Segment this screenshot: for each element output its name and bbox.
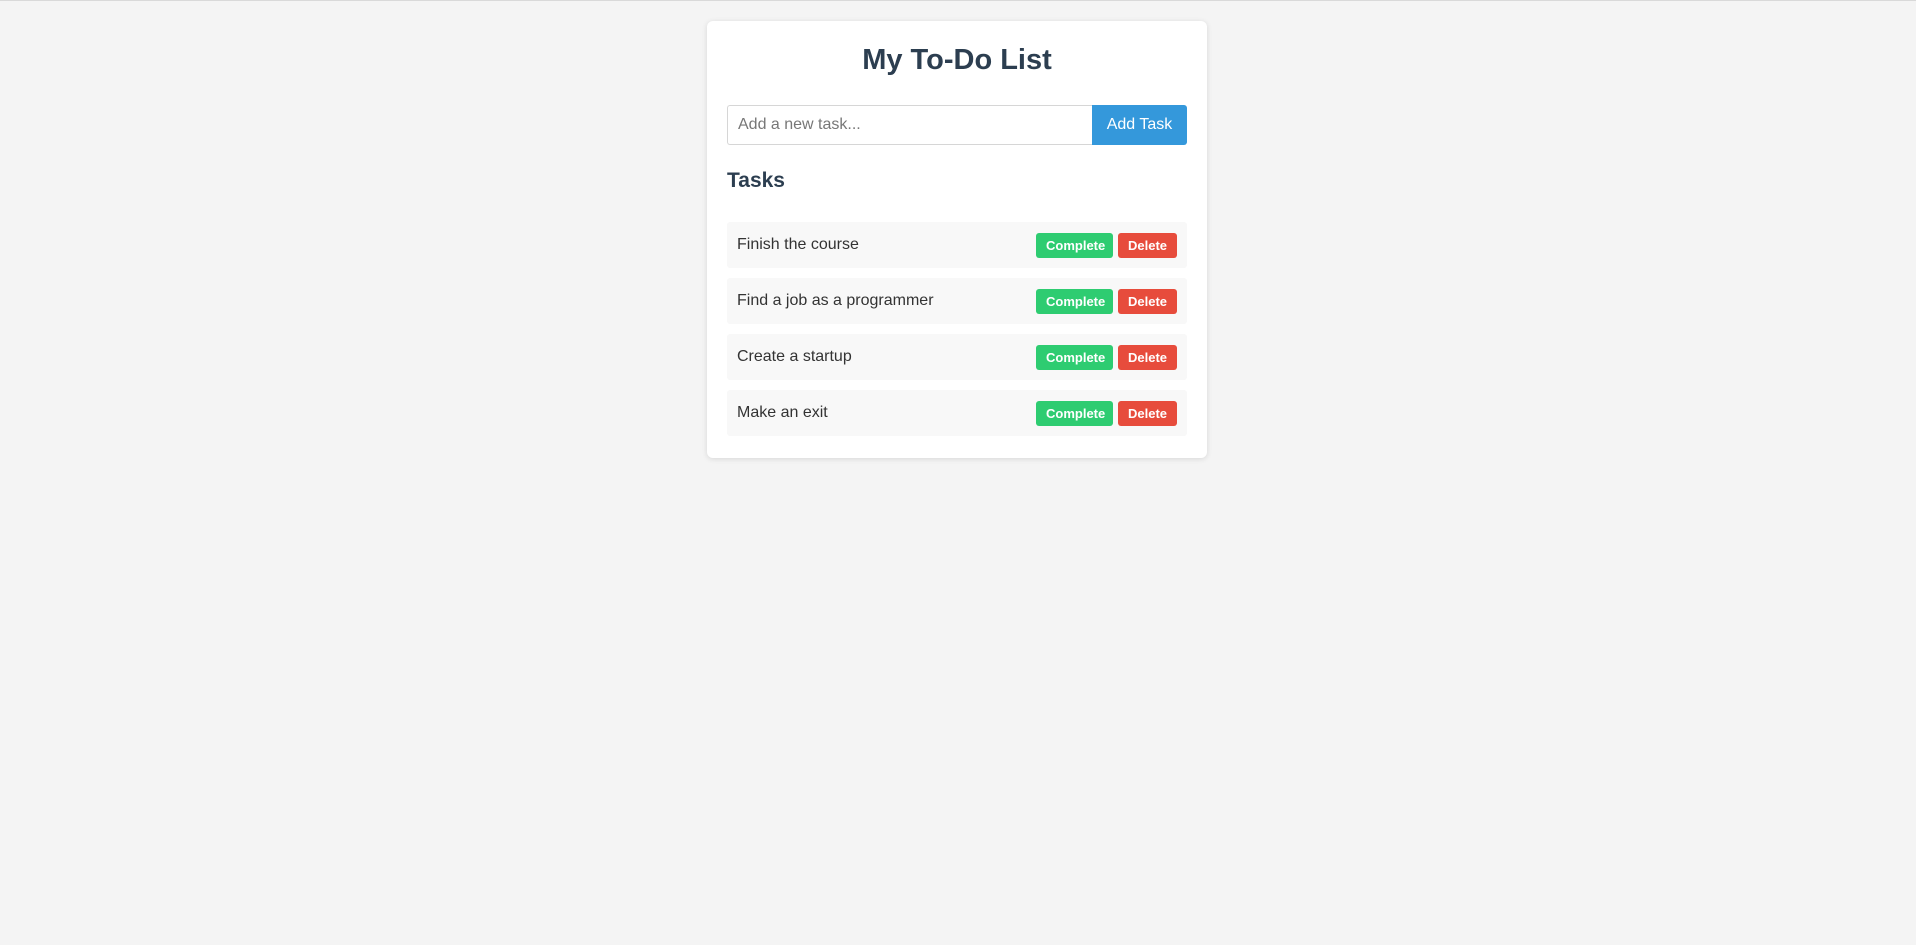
task-actions: Complete Delete <box>1036 232 1177 258</box>
task-item: Finish the course Complete Delete <box>727 222 1187 268</box>
complete-button[interactable]: Complete <box>1036 288 1113 314</box>
task-list: Finish the course Complete Delete Find a… <box>727 222 1187 436</box>
task-text: Find a job as a programmer <box>737 292 934 309</box>
task-actions: Complete Delete <box>1036 344 1177 370</box>
task-text: Make an exit <box>737 404 828 421</box>
delete-button[interactable]: Delete <box>1118 288 1177 314</box>
delete-button[interactable]: Delete <box>1118 232 1177 258</box>
add-task-form: Add Task <box>727 105 1187 145</box>
new-task-input[interactable] <box>727 105 1092 145</box>
tasks-heading: Tasks <box>727 169 785 192</box>
complete-button[interactable]: Complete <box>1036 232 1113 258</box>
task-item: Create a startup Complete Delete <box>727 334 1187 380</box>
delete-button[interactable]: Delete <box>1118 400 1177 426</box>
task-text: Finish the course <box>737 236 859 253</box>
page-title: My To-Do List <box>862 44 1052 76</box>
task-actions: Complete Delete <box>1036 400 1177 426</box>
task-item: Make an exit Complete Delete <box>727 390 1187 436</box>
todo-card: My To-Do List Add Task Tasks Finish the … <box>707 21 1207 458</box>
complete-button[interactable]: Complete <box>1036 400 1113 426</box>
delete-button[interactable]: Delete <box>1118 344 1177 370</box>
task-actions: Complete Delete <box>1036 288 1177 314</box>
task-item: Find a job as a programmer Complete Dele… <box>727 278 1187 324</box>
page-top-border <box>0 0 1916 1</box>
add-task-button[interactable]: Add Task <box>1092 105 1187 145</box>
complete-button[interactable]: Complete <box>1036 344 1113 370</box>
task-text: Create a startup <box>737 348 852 365</box>
